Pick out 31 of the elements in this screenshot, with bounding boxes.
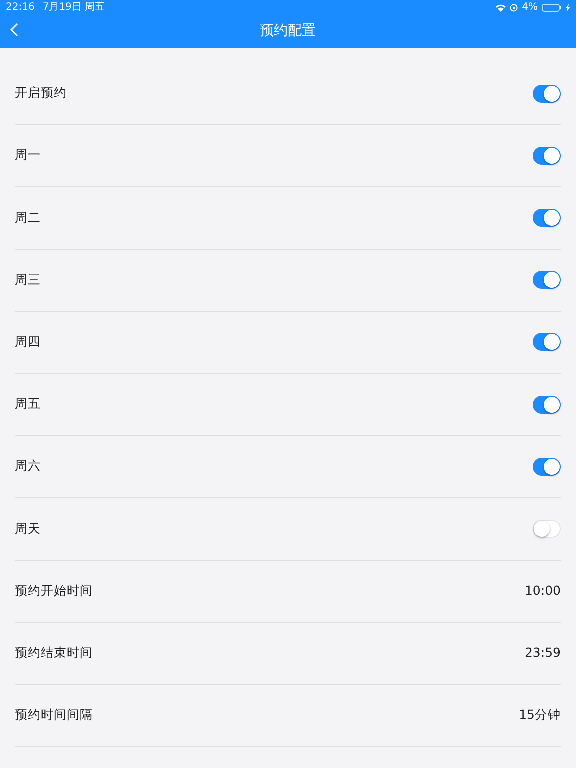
row-label: 周二 xyxy=(15,208,41,227)
row-label: 周一 xyxy=(15,146,41,164)
row-value: 23:59 xyxy=(524,644,561,662)
charging-icon xyxy=(566,4,570,12)
row-value: 10:00 xyxy=(524,582,561,600)
row-label: 周三 xyxy=(15,270,41,289)
toggle-switch[interactable] xyxy=(533,396,561,414)
row-label: 预约结束时间 xyxy=(15,644,93,662)
toggle-switch[interactable] xyxy=(533,84,561,103)
row-label: 周四 xyxy=(15,332,41,351)
status-time: 22:16 xyxy=(6,1,35,15)
toggle-switch[interactable] xyxy=(533,208,561,227)
row-label: 预约开始时间 xyxy=(15,582,93,600)
back-icon xyxy=(10,23,19,37)
row-label: 周六 xyxy=(15,457,41,476)
toggle-switch[interactable] xyxy=(533,333,561,352)
toggle-switch[interactable] xyxy=(533,271,561,290)
row-value: 15分钟 xyxy=(519,706,561,724)
status-date: 7月19日 周五 xyxy=(42,1,106,15)
row-label: 周五 xyxy=(15,395,41,414)
battery-percent: 4% xyxy=(522,1,538,15)
orientation-lock-icon xyxy=(510,4,518,12)
battery-icon xyxy=(542,4,562,12)
row-label: 开启预约 xyxy=(15,84,67,102)
row-label: 预约时间间隔 xyxy=(15,706,93,724)
page-title: 预约配置 xyxy=(260,22,316,41)
toggle-switch[interactable] xyxy=(533,146,561,165)
toggle-switch[interactable] xyxy=(533,458,561,476)
row-label: 周天 xyxy=(15,520,41,538)
wifi-icon xyxy=(496,4,506,12)
toggle-switch[interactable] xyxy=(533,520,561,538)
